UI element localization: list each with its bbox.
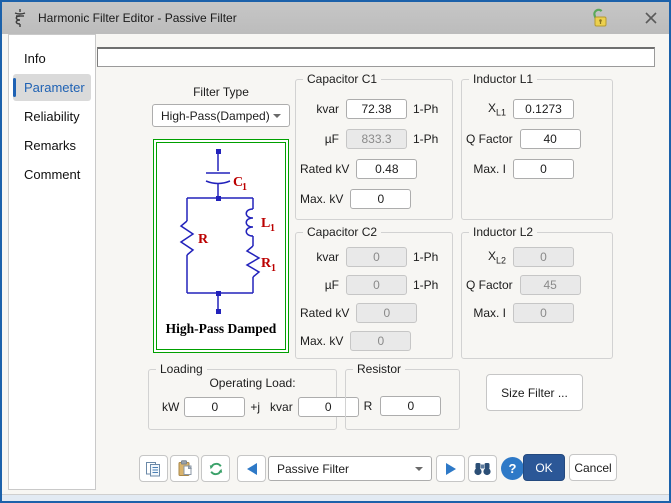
inductor-l2-group: Inductor L2 XL2 0 Q Factor 45 Max. I 0 <box>461 232 613 359</box>
loading-group: Loading Operating Load: kW 0 +j kvar 0 <box>148 369 337 430</box>
capacitor-c1-title: Capacitor C1 <box>303 72 381 86</box>
sidebar-item-info[interactable]: Info <box>13 45 91 72</box>
filter-circuit-diagram: C 1 R L 1 R 1 High-Pass Damped <box>153 139 289 353</box>
previous-element-button[interactable] <box>237 455 266 482</box>
kw-input[interactable]: 0 <box>184 397 245 417</box>
c2-kvar-unit: 1-Ph <box>413 250 446 264</box>
svg-text:1: 1 <box>270 223 275 234</box>
svg-text:R: R <box>198 232 209 247</box>
element-id-field[interactable] <box>97 47 655 67</box>
copy-button[interactable] <box>139 455 168 482</box>
svg-text:L: L <box>261 216 270 231</box>
find-button[interactable] <box>468 455 497 482</box>
filter-type-value: High-Pass(Damped) <box>161 109 270 123</box>
filter-type-dropdown[interactable]: High-Pass(Damped) <box>152 104 290 127</box>
sidebar-item-remarks[interactable]: Remarks <box>13 132 91 159</box>
c2-max-kv-input: 0 <box>350 331 411 351</box>
chevron-down-icon <box>273 114 281 118</box>
sidebar: Info Parameter Reliability Remarks Comme… <box>8 34 96 490</box>
sidebar-item-reliability[interactable]: Reliability <box>13 103 91 130</box>
c1-kvar-unit: 1-Ph <box>413 102 446 116</box>
c2-uf-unit: 1-Ph <box>413 278 446 292</box>
c2-kvar-input: 0 <box>346 247 407 267</box>
loading-title: Loading <box>156 362 207 376</box>
c1-rated-kv-input[interactable]: 0.48 <box>356 159 417 179</box>
inductor-l2-title: Inductor L2 <box>469 225 537 239</box>
next-element-button[interactable] <box>436 455 465 482</box>
loading-kvar-label: kvar <box>270 400 293 414</box>
l1-max-i-label: Max. I <box>466 162 506 176</box>
inductor-l1-title: Inductor L1 <box>469 72 537 86</box>
element-navigator-dropdown[interactable]: Passive Filter <box>268 456 432 481</box>
chevron-down-icon <box>415 467 423 471</box>
help-button[interactable]: ? <box>501 457 524 480</box>
l2-q-factor-input: 45 <box>520 275 581 295</box>
svg-text:1: 1 <box>242 182 247 193</box>
kw-label: kW <box>162 400 179 414</box>
c1-kvar-input[interactable]: 72.38 <box>346 99 407 119</box>
l1-x-input[interactable]: 0.1273 <box>513 99 574 119</box>
c1-max-kv-label: Max. kV <box>300 192 343 206</box>
l2-max-i-input: 0 <box>513 303 574 323</box>
filter-circuit-frame: C 1 R L 1 R 1 High-Pass Damped <box>156 142 286 350</box>
c1-kvar-label: kvar <box>300 102 339 116</box>
c1-rated-kv-label: Rated kV <box>300 162 349 176</box>
c2-rated-kv-label: Rated kV <box>300 306 349 320</box>
l1-q-factor-label: Q Factor <box>466 132 513 146</box>
diagram-caption: High-Pass Damped <box>166 321 277 337</box>
harmonic-filter-editor-window: Harmonic Filter Editor - Passive Filter … <box>0 0 671 503</box>
window-bottom-edge <box>2 494 669 501</box>
harmonic-filter-icon <box>11 8 29 28</box>
ok-button[interactable]: OK <box>523 454 565 481</box>
resistor-group: Resistor R 0 <box>345 369 460 430</box>
size-filter-button[interactable]: Size Filter ... <box>486 374 583 411</box>
paste-icon <box>177 460 193 477</box>
c2-kvar-label: kvar <box>300 250 339 264</box>
element-navigator-value: Passive Filter <box>277 462 349 476</box>
operating-load-label: Operating Load: <box>149 376 336 390</box>
resistor-r-input[interactable]: 0 <box>380 396 441 416</box>
l2-x-label: XL2 <box>466 249 506 265</box>
c1-uf-input: 833.3 <box>346 129 407 149</box>
capacitor-c2-group: Capacitor C2 kvar 0 1-Ph µF 0 1-Ph Rated… <box>295 232 453 359</box>
right-arrow-icon <box>445 462 457 476</box>
paste-button[interactable] <box>170 455 199 482</box>
filter-type-label: Filter Type <box>152 85 290 99</box>
copy-icon <box>145 461 162 477</box>
unlock-icon[interactable] <box>587 6 611 30</box>
c2-uf-label: µF <box>300 278 339 292</box>
c1-max-kv-input[interactable]: 0 <box>350 189 411 209</box>
question-mark-icon: ? <box>509 461 517 476</box>
left-arrow-icon <box>246 462 258 476</box>
capacitor-c1-group: Capacitor C1 kvar 72.38 1-Ph µF 833.3 1-… <box>295 79 453 220</box>
c1-uf-unit: 1-Ph <box>413 132 446 146</box>
titlebar: Harmonic Filter Editor - Passive Filter <box>2 2 669 34</box>
sidebar-item-parameter[interactable]: Parameter <box>13 74 91 101</box>
c2-rated-kv-input: 0 <box>356 303 417 323</box>
l1-max-i-input[interactable]: 0 <box>513 159 574 179</box>
high-pass-damped-circuit: C 1 R L 1 R 1 <box>160 143 282 323</box>
close-icon[interactable] <box>643 10 659 26</box>
binoculars-icon <box>473 462 492 476</box>
resistor-r-label: R <box>364 399 373 413</box>
l2-q-factor-label: Q Factor <box>466 278 513 292</box>
c1-uf-label: µF <box>300 132 339 146</box>
l2-x-input: 0 <box>513 247 574 267</box>
l1-x-label: XL1 <box>466 101 506 117</box>
cancel-button[interactable]: Cancel <box>569 454 617 481</box>
c2-max-kv-label: Max. kV <box>300 334 343 348</box>
refresh-button[interactable] <box>201 455 230 482</box>
svg-text:1: 1 <box>271 263 276 274</box>
l2-max-i-label: Max. I <box>466 306 506 320</box>
c2-uf-input: 0 <box>346 275 407 295</box>
window-title: Harmonic Filter Editor - Passive Filter <box>38 11 237 25</box>
refresh-icon <box>208 461 224 477</box>
plus-j-label: +j <box>250 400 260 414</box>
resistor-title: Resistor <box>353 362 405 376</box>
sidebar-item-comment[interactable]: Comment <box>13 161 91 188</box>
inductor-l1-group: Inductor L1 XL1 0.1273 Q Factor 40 Max. … <box>461 79 613 220</box>
l1-q-factor-input[interactable]: 40 <box>520 129 581 149</box>
capacitor-c2-title: Capacitor C2 <box>303 225 381 239</box>
